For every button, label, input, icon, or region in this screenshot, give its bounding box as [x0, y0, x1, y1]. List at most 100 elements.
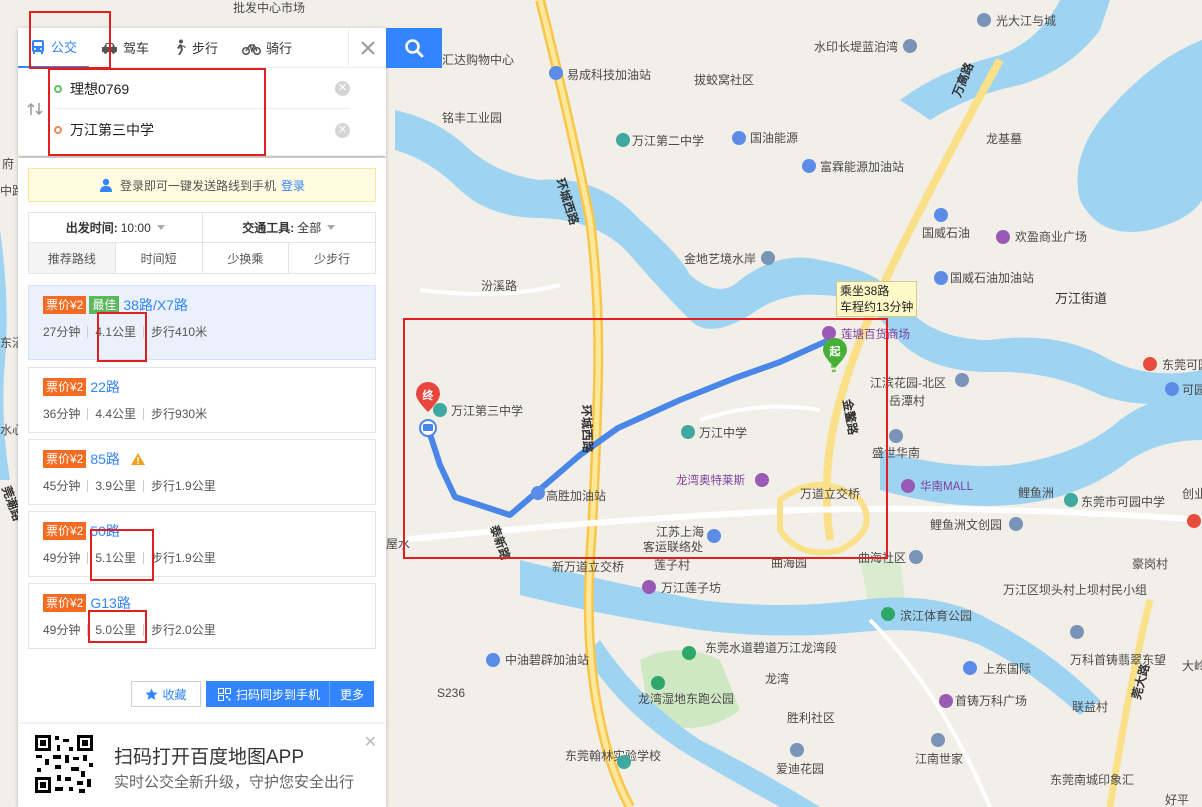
- more-button[interactable]: 更多: [330, 686, 374, 703]
- start-field[interactable]: 理想0769 ✕: [54, 69, 350, 109]
- mall-icon: [642, 580, 656, 594]
- school-icon: [1064, 493, 1078, 507]
- route-item[interactable]: 票价¥2 最佳 38路/X7路 27分钟 4.1公里 步行410米: [28, 285, 376, 360]
- map-label: 光大江与城: [996, 14, 1056, 28]
- tab-walk[interactable]: 步行: [161, 28, 230, 68]
- end-input[interactable]: 万江第三中学: [70, 120, 335, 140]
- bus-icon: [32, 39, 44, 54]
- park-icon: [881, 607, 895, 621]
- map-label: 国威石油: [922, 226, 970, 240]
- scan-to-phone-button[interactable]: 扫码同步到手机 更多: [206, 681, 375, 707]
- close-button[interactable]: [348, 28, 386, 68]
- mall-icon: [822, 326, 836, 340]
- map-label: 鲤鱼洲文创园: [930, 517, 1002, 532]
- map-label: 盛世华南: [872, 445, 920, 460]
- route-walk: 步行1.9公里: [151, 551, 216, 565]
- depart-time-select[interactable]: 出发时间: 10:00: [29, 213, 203, 242]
- login-link[interactable]: 登录: [281, 177, 305, 194]
- clear-end-icon[interactable]: ✕: [335, 122, 350, 138]
- route-name[interactable]: 50路: [90, 521, 120, 541]
- map-label: 上东国际: [983, 662, 1031, 676]
- map-label: 万江莲子坊: [661, 580, 721, 595]
- warning-icon: [130, 453, 145, 465]
- map-label: 万道立交桥: [800, 486, 860, 501]
- end-dot-icon: [54, 126, 62, 134]
- user-icon: [99, 178, 112, 192]
- tool-value: 全部: [297, 221, 322, 235]
- search-icon: [405, 39, 424, 58]
- road-label: 环城西路: [579, 405, 596, 454]
- start-marker-label: 起: [829, 344, 842, 358]
- map-label: 汇达购物中心: [442, 52, 514, 67]
- map-label: 可园: [1182, 383, 1202, 397]
- mall-icon: [939, 694, 953, 708]
- map-label: 府: [2, 156, 14, 171]
- tab-car[interactable]: 驾车: [89, 28, 161, 68]
- swap-icon[interactable]: [27, 102, 43, 119]
- route-item[interactable]: 票价¥2 85路 45分钟 3.9公里 步行1.9公里: [28, 439, 376, 505]
- results-panel: 登录即可一键发送路线到手机 登录 出发时间: 10:00 交通工具: 全部 推荐…: [18, 158, 386, 724]
- search-button[interactable]: [386, 28, 442, 68]
- map-label: 屋水: [386, 537, 410, 551]
- route-time: 49分钟: [43, 623, 81, 637]
- bus-stop-icon: [419, 419, 437, 437]
- promo-title: 扫码打开百度地图APP: [114, 747, 305, 768]
- close-promo-icon[interactable]: ✕: [364, 732, 377, 752]
- building-icon: [909, 550, 923, 564]
- route-distance: 5.1公里: [95, 551, 137, 565]
- depart-label: 出发时间:: [65, 221, 118, 235]
- route-name[interactable]: 85路: [90, 449, 120, 469]
- sort-least-walking[interactable]: 少步行: [289, 243, 375, 273]
- map-label: 万江街道: [1055, 291, 1107, 306]
- map-label: 曲海社区: [858, 550, 906, 565]
- map-label: 创业: [1182, 487, 1202, 501]
- route-item[interactable]: 票价¥2 22路 36分钟 4.4公里 步行930米: [28, 367, 376, 433]
- tab-bike[interactable]: 骑行: [230, 28, 304, 68]
- park-icon: [682, 646, 696, 660]
- map-label: 龙湾奥特莱斯: [676, 473, 745, 487]
- map-label: 汾溪路: [481, 278, 517, 293]
- map-label: 联益村: [1072, 700, 1108, 714]
- scan-label: 扫码同步到手机: [236, 687, 321, 702]
- walk-icon: [177, 39, 187, 55]
- office-icon: [1009, 517, 1023, 531]
- favorite-button[interactable]: 收藏: [131, 681, 201, 707]
- route-tooltip: 乘坐38路 车程约13分钟: [836, 281, 918, 317]
- map-label: 铭丰工业园: [442, 110, 502, 125]
- tab-bus[interactable]: 公交: [18, 28, 90, 68]
- mall-icon: [755, 473, 769, 487]
- map-label: 江滨花园-北区: [870, 375, 946, 390]
- route-time: 27分钟: [43, 325, 81, 339]
- end-marker-label: 终: [423, 388, 435, 402]
- route-name[interactable]: 38路/X7路: [123, 295, 188, 315]
- start-input[interactable]: 理想0769: [70, 79, 335, 99]
- end-field[interactable]: 万江第三中学 ✕: [54, 110, 350, 150]
- price-badge: 票价¥2: [43, 378, 87, 396]
- map-label: 万江区坝头村上坝村民小组: [1003, 583, 1147, 597]
- sort-shortest-time[interactable]: 时间短: [116, 243, 203, 273]
- map-label: 万江中学: [699, 425, 747, 440]
- map-label: 拔蛟窝社区: [694, 72, 754, 87]
- map-label: S236: [437, 686, 465, 700]
- route-item[interactable]: 票价¥2 G13路 49分钟 5.0公里 步行2.0公里: [28, 583, 376, 649]
- route-time: 49分钟: [43, 551, 81, 565]
- bike-icon: [242, 43, 262, 55]
- bus-station-icon: [1165, 382, 1179, 396]
- transport-tool-select[interactable]: 交通工具: 全部: [203, 213, 376, 242]
- login-tip-text: 登录即可一键发送路线到手机: [119, 178, 276, 193]
- map-label: 豪岗村: [1132, 556, 1168, 571]
- map-label: 东莞翰林实验学校: [565, 748, 661, 763]
- sort-recommended[interactable]: 推荐路线: [29, 243, 116, 273]
- sort-fewest-transfers[interactable]: 少换乘: [203, 243, 290, 273]
- map-label: 大岭: [1182, 659, 1202, 673]
- map-label: 新万道立交桥: [552, 559, 624, 574]
- map-label: 东莞南城印象汇: [1050, 772, 1134, 787]
- gas-station-icon: [802, 159, 816, 173]
- best-badge: 最佳: [89, 296, 120, 314]
- route-item[interactable]: 票价¥2 50路 49分钟 5.1公里 步行1.9公里: [28, 511, 376, 577]
- route-name[interactable]: G13路: [90, 593, 130, 613]
- building-icon: [903, 39, 917, 53]
- map-label: 中油碧辟加油站: [505, 652, 589, 667]
- clear-start-icon[interactable]: ✕: [335, 81, 350, 96]
- route-name[interactable]: 22路: [90, 377, 120, 397]
